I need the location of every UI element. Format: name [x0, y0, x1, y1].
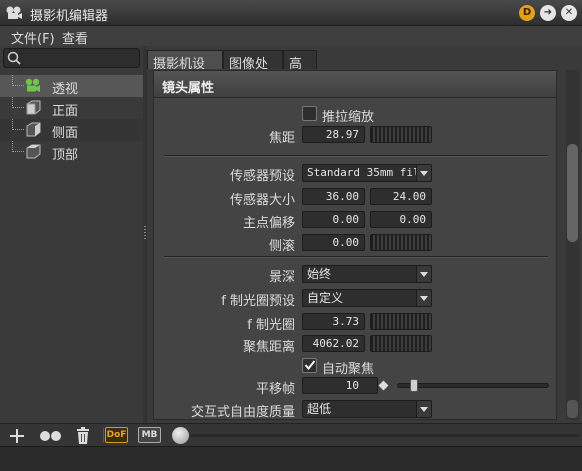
dof-quality-value: 超低	[307, 402, 332, 416]
vertical-scrollbar[interactable]	[566, 70, 579, 420]
fstop-jog[interactable]	[370, 313, 432, 330]
autofocus-checkbox[interactable]	[302, 358, 317, 373]
arrow-right-icon[interactable]: ➜	[540, 5, 556, 21]
tree-connector	[12, 119, 24, 130]
tree-connector	[12, 141, 24, 152]
motion-blur-toggle-button[interactable]: MB	[138, 427, 161, 443]
keyframe-diamond-icon[interactable]	[378, 380, 389, 391]
menu-view[interactable]: 查看	[62, 28, 88, 47]
section-header[interactable]: 镜头属性	[154, 71, 556, 98]
dof-quality-label: 交互式自由度质量	[190, 405, 295, 420]
fstop-preset-value: 自定义	[307, 291, 344, 305]
toolbar-slider-track[interactable]	[190, 434, 580, 437]
focus-distance-field[interactable]: 4062.02	[302, 335, 365, 352]
splitter-grip	[144, 226, 146, 240]
toolbar-separator	[103, 428, 104, 443]
tab-advanced[interactable]: 高级	[283, 50, 317, 91]
search-input[interactable]	[3, 48, 140, 68]
roll-label: 侧滚	[268, 239, 295, 254]
trash-icon[interactable]	[75, 426, 91, 445]
sensor-preset-value: Standard 35mm film	[307, 166, 427, 179]
chevron-down-icon	[416, 290, 431, 306]
sensor-width-field[interactable]: 36.00	[302, 188, 365, 205]
sensor-height-field[interactable]: 24.00	[370, 188, 432, 205]
tree-item-perspective[interactable]: 透视	[0, 75, 143, 97]
tree-item-front[interactable]: 正面	[0, 97, 143, 119]
camera-tree: 透视 正面 侧面 顶部	[0, 75, 143, 163]
tree-item-label: 正面	[52, 104, 79, 119]
autofocus-label: 自动聚焦	[322, 362, 375, 377]
principal-x-field[interactable]: 0.00	[302, 211, 365, 228]
dof-quality-dropdown[interactable]: 超低	[302, 400, 432, 418]
dof-dropdown[interactable]: 始终	[302, 265, 432, 283]
tree-connector	[12, 97, 24, 108]
tree-connector	[12, 75, 24, 86]
zoom-label: 推拉缩放	[322, 110, 375, 125]
principal-offset-label: 主点偏移	[242, 216, 295, 231]
scrollbar-bottom-handle[interactable]	[567, 400, 578, 418]
tab-camera-settings[interactable]: 摄影机设置	[147, 50, 223, 91]
side-cube-icon	[26, 122, 41, 137]
focal-length-jog[interactable]	[370, 126, 432, 143]
dof-toggle-button[interactable]: DoF	[105, 427, 128, 443]
fstop-field[interactable]: 3.73	[302, 313, 365, 330]
pan-axis-label: 平移帧	[255, 382, 295, 397]
scrollbar-thumb[interactable]	[567, 144, 578, 242]
divider	[164, 256, 548, 257]
camera-app-icon	[6, 6, 22, 19]
principal-y-field[interactable]: 0.00	[370, 211, 432, 228]
tab-bar: 摄影机设置 图像处理 高级	[147, 50, 582, 91]
toolbar-slider-handle[interactable]	[172, 427, 189, 444]
dof-value: 始终	[307, 267, 332, 281]
fstop-preset-label: f 制光圈预设	[221, 294, 295, 309]
chevron-down-icon	[416, 165, 431, 181]
zoom-checkbox[interactable]	[302, 106, 317, 121]
window-title: 摄影机编辑器	[30, 9, 109, 24]
tree-item-label: 透视	[52, 82, 79, 97]
pan-axis-slider-track[interactable]	[397, 383, 549, 388]
top-cube-icon	[26, 144, 41, 159]
d-button[interactable]: D	[519, 5, 535, 21]
dof-label: 景深	[268, 270, 295, 285]
divider	[164, 155, 548, 156]
fstop-preset-dropdown[interactable]: 自定义	[302, 289, 432, 307]
focus-distance-label: 聚焦距离	[242, 340, 295, 355]
pane-splitter[interactable]	[143, 46, 147, 423]
tab-image-processing[interactable]: 图像处理	[223, 50, 283, 91]
tree-item-side[interactable]: 侧面	[0, 119, 143, 141]
duplicate-camera-icon[interactable]	[38, 426, 64, 445]
search-icon	[7, 51, 21, 65]
pan-axis-field[interactable]: 10	[302, 377, 378, 394]
perspective-camera-icon	[25, 78, 40, 92]
status-bar	[0, 446, 582, 471]
sensor-size-label: 传感器大小	[229, 193, 295, 208]
pan-axis-slider-thumb[interactable]	[410, 379, 418, 392]
front-cube-icon	[26, 100, 41, 115]
camera-list-pane: 透视 正面 侧面 顶部	[0, 46, 143, 423]
focal-length-field[interactable]: 28.97	[302, 126, 365, 143]
checkmark-icon	[304, 360, 316, 371]
tree-item-top[interactable]: 顶部	[0, 141, 143, 163]
menu-bar: 文件(F) 查看	[0, 26, 582, 47]
menu-file[interactable]: 文件(F)	[11, 28, 55, 47]
add-camera-icon[interactable]	[8, 426, 26, 445]
sensor-preset-dropdown[interactable]: Standard 35mm film	[302, 164, 432, 182]
fstop-label: f 制光圈	[247, 318, 295, 333]
bottom-toolbar: DoF MB	[0, 423, 582, 446]
lens-properties-panel: 镜头属性 推拉缩放 焦距 28.97 传感器预设 Standard 35mm f…	[153, 70, 557, 420]
focus-distance-jog[interactable]	[370, 335, 432, 352]
focal-length-label: 焦距	[268, 131, 295, 146]
tree-item-label: 侧面	[52, 126, 79, 141]
roll-jog[interactable]	[370, 234, 432, 251]
roll-field[interactable]: 0.00	[302, 234, 365, 251]
chevron-down-icon	[416, 266, 431, 282]
tree-item-label: 顶部	[52, 148, 79, 163]
title-bar: 摄影机编辑器 D ➜ ✕	[0, 0, 582, 26]
close-icon[interactable]: ✕	[561, 5, 577, 21]
section-title: 镜头属性	[162, 81, 215, 96]
sensor-preset-label: 传感器预设	[229, 169, 295, 184]
chevron-down-icon	[416, 401, 431, 417]
